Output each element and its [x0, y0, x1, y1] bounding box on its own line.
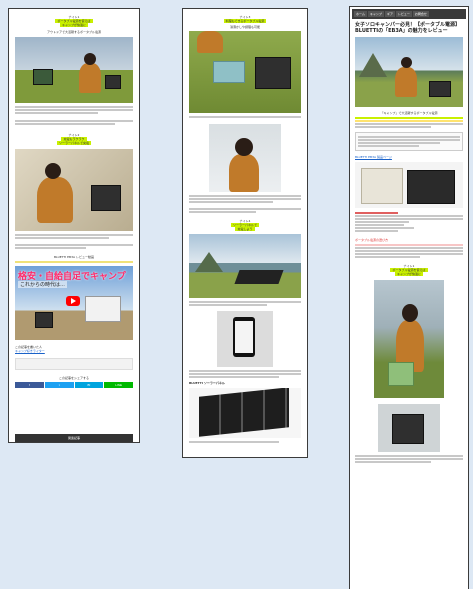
- product-photo: [355, 162, 463, 208]
- nav-item-gear[interactable]: ギア: [384, 11, 395, 17]
- article-title: 女子ソロキャンパー必見！【ポータブル電源】BLUETTIの「EB3A」の魅力をレ…: [355, 22, 461, 34]
- product-subheading: BLUETTI ソーラーパネル: [189, 381, 225, 385]
- device-photo: [378, 404, 440, 452]
- alert-heading: ポータブル電源の選び方: [355, 238, 389, 242]
- eating-photo: [209, 124, 281, 192]
- left-article-panel: ナイト1 ポータブル電源を使えば キャンプが快適に アウトドアで大活躍するポータ…: [8, 8, 140, 443]
- portrait-photo: [374, 280, 444, 398]
- nav-item-contact[interactable]: お問合せ: [412, 11, 429, 17]
- line-share-button[interactable]: LINE: [104, 382, 133, 388]
- nav-item-home[interactable]: ホーム: [354, 11, 367, 17]
- camping-photo-2: [15, 149, 133, 231]
- video-heading: BLUETTI EB3A レビュー動画: [54, 255, 94, 259]
- solar-panel-photo: [189, 388, 301, 438]
- share-label: この記事をシェアする: [58, 376, 89, 380]
- video-thumbnail[interactable]: 格安・自給自足でキャンプ これからの時代は…: [15, 266, 133, 340]
- right-article-panel: ホーム キャンプ ギア レビュー お問合せ 女子ソロキャンパー必見！【ポータブル…: [349, 6, 469, 589]
- hero-photo: [355, 37, 463, 107]
- play-icon[interactable]: [66, 296, 80, 306]
- top-nav: ホーム キャンプ ギア レビュー お問合せ: [352, 9, 466, 19]
- facebook-share-button[interactable]: f: [15, 382, 44, 388]
- twitter-share-button[interactable]: t: [44, 382, 74, 388]
- highlight-text: キャンプが快適に: [60, 23, 88, 27]
- highlight-text: 料理もできるポータブル電源: [223, 19, 267, 23]
- footer-bar: 関連記事: [15, 434, 133, 442]
- image-caption: 湯沸かしや調理も可能: [230, 25, 260, 29]
- middle-article-panel: ナイト3 料理もできるポータブル電源 湯沸かしや調理も可能 ナイト4 ソーラーパ…: [182, 8, 308, 458]
- camping-photo-1: [15, 37, 133, 103]
- highlight-text: 充電しよう: [235, 227, 255, 231]
- nav-item-camp[interactable]: キャンプ: [367, 11, 384, 17]
- nav-item-review[interactable]: レビュー: [395, 11, 412, 17]
- solar-panel-lake-photo: [189, 234, 301, 298]
- author-link[interactable]: キャンプ好きライター: [15, 349, 133, 353]
- cooking-photo: [189, 31, 301, 113]
- notice-box: [355, 132, 463, 151]
- highlight-text: キャンプが快適に: [395, 272, 423, 276]
- highlight-text: ソーラーパネルで充電: [57, 141, 91, 145]
- app-phone-photo: [217, 311, 273, 367]
- hatena-share-button[interactable]: B!: [74, 382, 104, 388]
- section-heading: 「キャンプ」で大活躍するポータブル電源: [380, 111, 438, 115]
- image-caption: アウトドアで大活躍するポータブル電源: [46, 30, 101, 34]
- share-buttons: f t B! LINE: [15, 382, 133, 388]
- video-subtitle: これからの時代は…: [18, 281, 68, 288]
- product-link[interactable]: BLUETTI EB3A 製品ページ: [355, 155, 463, 159]
